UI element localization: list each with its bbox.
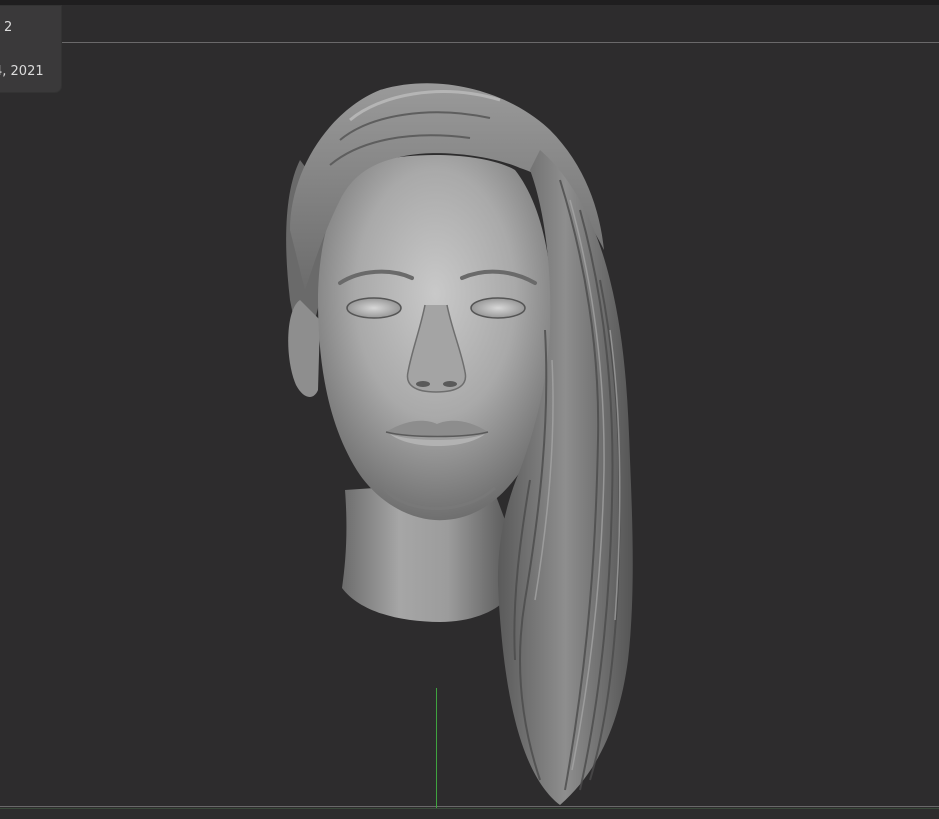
info-line-version: 2 [4, 20, 13, 35]
sculpted-head-model[interactable] [0, 0, 939, 819]
3d-viewport[interactable]: 2 4, 2021 [0, 0, 939, 819]
nostril-right [443, 381, 457, 387]
eye-left [346, 297, 402, 319]
info-panel: 2 4, 2021 [0, 6, 61, 92]
nostril-left [416, 381, 430, 387]
info-line-date: 4, 2021 [0, 64, 44, 79]
eye-right [470, 297, 526, 319]
y-axis-line [436, 688, 437, 808]
